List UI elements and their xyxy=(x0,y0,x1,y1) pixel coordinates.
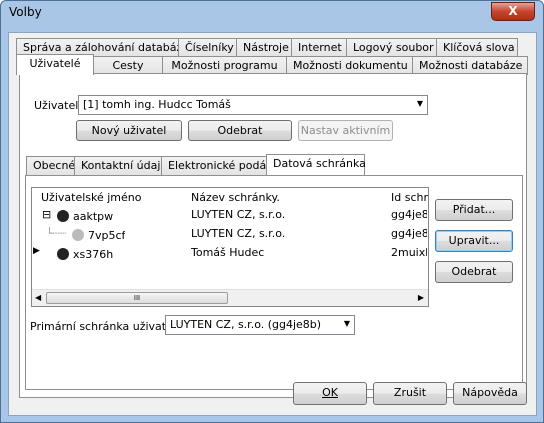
list-row[interactable]: └┈┈ 7vp5cf LUYTEN CZ, s.r.o. gg4je8 xyxy=(32,224,428,243)
mailbox-id-cell: gg4je8 xyxy=(391,208,427,221)
user-name: aaktpw xyxy=(73,210,114,223)
user-label: Uživatel: xyxy=(34,99,82,112)
list-row[interactable]: ▶ xs376h Tomáš Hudec 2muixk xyxy=(32,243,428,262)
mailbox-list[interactable]: Uživatelské jméno Název schránky. Id sch… xyxy=(31,187,429,307)
dialog-client-area: Správa a zálohování databází Číselníky N… xyxy=(8,32,537,416)
tab-tools[interactable]: Nástroje xyxy=(236,38,292,57)
close-button[interactable]: X xyxy=(491,2,535,21)
title-bar[interactable]: Volby X xyxy=(1,1,543,25)
tab-codelists[interactable]: Číselníky xyxy=(178,38,237,57)
new-user-button[interactable]: Nový uživatel xyxy=(76,120,182,141)
user-name: 7vp5cf xyxy=(88,229,126,242)
tree-connector: └┈┈ xyxy=(46,227,66,240)
help-button[interactable]: Nápověda xyxy=(453,382,527,405)
user-icon xyxy=(57,248,69,260)
user-icon xyxy=(72,229,84,241)
chevron-down-icon: ▼ xyxy=(343,319,350,328)
set-active-button[interactable]: Nastav aktivním xyxy=(298,120,393,141)
primary-mailbox-select[interactable]: LUYTEN CZ, s.r.o. (gg4je8b) ▼ xyxy=(165,315,355,335)
subtab-row: Obecné Kontaktní údaje Elektronické podá… xyxy=(26,154,366,175)
cancel-button[interactable]: Zrušit xyxy=(373,382,447,405)
options-window: Volby X Správa a zálohování databází Čís… xyxy=(0,0,544,423)
chevron-down-icon: ▼ xyxy=(416,99,423,108)
column-header-mailbox-name[interactable]: Název schránky. xyxy=(191,191,280,204)
edit-mailbox-button[interactable]: Upravit... xyxy=(435,230,513,252)
scrollbar-thumb[interactable]: III xyxy=(46,292,228,304)
horizontal-scrollbar[interactable]: ◀ III ▶ xyxy=(32,289,428,306)
ok-label: OK xyxy=(322,386,338,399)
tab-users[interactable]: Uživatelé xyxy=(16,54,94,75)
user-name: xs376h xyxy=(73,248,114,261)
mailbox-id-cell: 2muixk xyxy=(391,246,427,259)
user-cell: xs376h xyxy=(57,246,113,261)
tab-internet[interactable]: Internet xyxy=(291,38,347,57)
user-cell: aaktpw xyxy=(57,208,113,223)
mailbox-name-cell: LUYTEN CZ, s.r.o. xyxy=(191,208,286,221)
mailbox-id-cell: gg4je8 xyxy=(391,227,427,240)
tab-log-file[interactable]: Logový soubor xyxy=(346,38,437,57)
scroll-left-icon[interactable]: ◀ xyxy=(35,293,41,302)
remove-mailbox-button[interactable]: Odebrat xyxy=(435,261,513,283)
subtab-general[interactable]: Obecné xyxy=(26,156,75,175)
window-title: Volby xyxy=(9,5,42,19)
user-icon xyxy=(57,210,69,222)
mailbox-name-cell: LUYTEN CZ, s.r.o. xyxy=(191,227,286,240)
column-header-mailbox-id[interactable]: Id schr xyxy=(391,191,428,204)
data-mailbox-panel: Uživatelské jméno Název schránky. Id sch… xyxy=(25,175,523,390)
user-select[interactable]: [1] tomh ing. Hudcc Tomáš ▼ xyxy=(78,95,428,115)
subtab-electronic-filing[interactable]: Elektronické podání xyxy=(161,156,276,175)
column-header-username[interactable]: Uživatelské jméno xyxy=(41,191,141,204)
subtab-data-mailbox[interactable]: Datová schránka xyxy=(266,154,366,175)
users-tab-panel: Uživatel: [1] tomh ing. Hudcc Tomáš ▼ No… xyxy=(19,73,527,398)
remove-user-button[interactable]: Odebrat xyxy=(188,120,292,141)
scroll-right-icon[interactable]: ▶ xyxy=(418,293,424,302)
add-mailbox-button[interactable]: Přidat... xyxy=(435,199,513,221)
subtab-contacts[interactable]: Kontaktní údaje xyxy=(74,156,167,175)
list-row[interactable]: ⊟ aaktpw LUYTEN CZ, s.r.o. gg4je8 xyxy=(32,205,428,224)
ok-button[interactable]: OK xyxy=(293,382,367,405)
user-select-value: [1] tomh ing. Hudcc Tomáš xyxy=(83,98,231,111)
mailbox-name-cell: Tomáš Hudec xyxy=(191,246,265,259)
collapse-icon[interactable]: ⊟ xyxy=(42,208,51,221)
tab-keywords[interactable]: Klíčová slova xyxy=(436,38,518,57)
current-row-arrow-icon: ▶ xyxy=(33,246,40,256)
user-cell: 7vp5cf xyxy=(72,227,125,242)
primary-mailbox-label: Primární schránka uživatele: xyxy=(30,320,187,333)
primary-mailbox-value: LUYTEN CZ, s.r.o. (gg4je8b) xyxy=(170,318,322,331)
